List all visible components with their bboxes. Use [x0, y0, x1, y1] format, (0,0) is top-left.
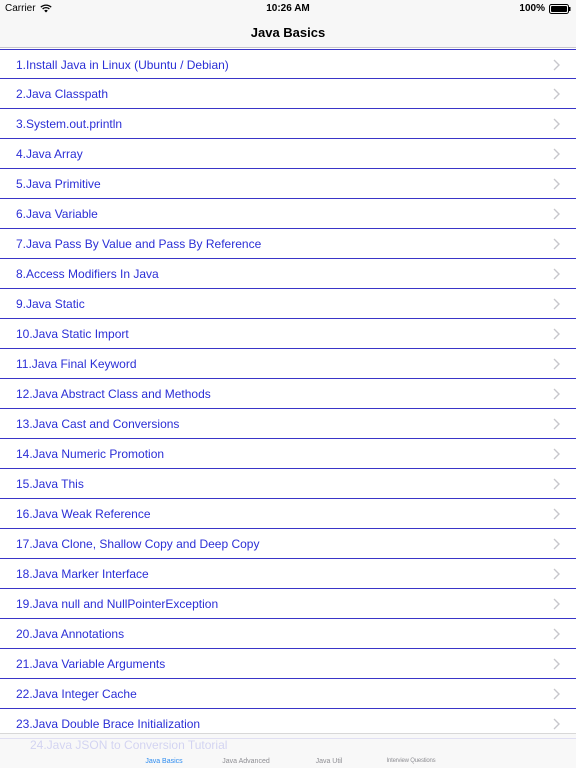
chevron-right-icon	[553, 628, 560, 640]
tab-java-basics[interactable]: Java Basics	[145, 758, 182, 765]
chevron-right-icon	[553, 88, 560, 100]
chevron-right-icon	[553, 208, 560, 220]
list-item-label: 20.Java Annotations	[16, 627, 125, 641]
list-item-label: 23.Java Double Brace Initialization	[16, 717, 201, 731]
chevron-right-icon	[553, 238, 560, 250]
chevron-right-icon	[553, 688, 560, 700]
chevron-right-icon	[553, 388, 560, 400]
list-item-label: 16.Java Weak Reference	[16, 507, 151, 521]
chevron-right-icon	[553, 718, 560, 730]
battery-icon	[549, 3, 571, 14]
chevron-right-icon	[553, 478, 560, 490]
list-item-label: 7.Java Pass By Value and Pass By Referen…	[16, 237, 262, 251]
list-item[interactable]: 14.Java Numeric Promotion	[0, 439, 576, 469]
list-item[interactable]: 9.Java Static	[0, 289, 576, 319]
list-item-label: 14.Java Numeric Promotion	[16, 447, 165, 461]
list-item[interactable]: 19.Java null and NullPointerException	[0, 589, 576, 619]
list-item-label: 15.Java This	[16, 477, 84, 491]
chevron-right-icon	[553, 538, 560, 550]
tab-java-advanced[interactable]: Java Advanced	[222, 758, 269, 765]
topic-list[interactable]: 1.Install Java in Linux (Ubuntu / Debian…	[0, 49, 576, 749]
chevron-right-icon	[553, 148, 560, 160]
chevron-right-icon	[553, 59, 560, 71]
list-item-label: 18.Java Marker Interface	[16, 567, 149, 581]
list-item-label: 21.Java Variable Arguments	[16, 657, 166, 671]
list-item[interactable]: 22.Java Integer Cache	[0, 679, 576, 709]
list-item[interactable]: 6.Java Variable	[0, 199, 576, 229]
list-item[interactable]: 1.Install Java in Linux (Ubuntu / Debian…	[0, 49, 576, 79]
list-item[interactable]: 3.System.out.println	[0, 109, 576, 139]
list-item-label: 4.Java Array	[16, 147, 83, 161]
chevron-right-icon	[553, 178, 560, 190]
chevron-right-icon	[553, 268, 560, 280]
list-item[interactable]: 11.Java Final Keyword	[0, 349, 576, 379]
list-item-label: 13.Java Cast and Conversions	[16, 417, 180, 431]
tab-interview-questions[interactable]: Interview Questions	[387, 758, 436, 764]
list-item-label: 3.System.out.println	[16, 117, 123, 131]
chevron-right-icon	[553, 508, 560, 520]
list-item[interactable]: 10.Java Static Import	[0, 319, 576, 349]
list-item[interactable]: 7.Java Pass By Value and Pass By Referen…	[0, 229, 576, 259]
list-item-label: 12.Java Abstract Class and Methods	[16, 387, 211, 401]
chevron-right-icon	[553, 298, 560, 310]
chevron-right-icon	[553, 418, 560, 430]
list-item[interactable]: 15.Java This	[0, 469, 576, 499]
list-item[interactable]: 21.Java Variable Arguments	[0, 649, 576, 679]
list-item[interactable]: 16.Java Weak Reference	[0, 499, 576, 529]
list-item-label: 11.Java Final Keyword	[16, 357, 137, 371]
list-item[interactable]: 17.Java Clone, Shallow Copy and Deep Cop…	[0, 529, 576, 559]
page-title: Java Basics	[250, 25, 326, 40]
chevron-right-icon	[553, 568, 560, 580]
list-item-label: 1.Install Java in Linux (Ubuntu / Debian…	[16, 58, 229, 72]
list-item[interactable]: 13.Java Cast and Conversions	[0, 409, 576, 439]
battery-percent: 100%	[519, 3, 545, 14]
list-item-label: 5.Java Primitive	[16, 177, 101, 191]
battery-indicator: 100%	[519, 3, 571, 14]
chevron-right-icon	[553, 118, 560, 130]
clock: 10:26 AM	[266, 3, 310, 14]
list-item[interactable]: 20.Java Annotations	[0, 619, 576, 649]
list-item[interactable]: 8.Access Modifiers In Java	[0, 259, 576, 289]
list-item-label: 2.Java Classpath	[16, 87, 109, 101]
chevron-right-icon	[553, 598, 560, 610]
list-item[interactable]: 18.Java Marker Interface	[0, 559, 576, 589]
chevron-right-icon	[553, 658, 560, 670]
list-item-label: 6.Java Variable	[16, 207, 98, 221]
list-item-label: 19.Java null and NullPointerException	[16, 597, 219, 611]
chevron-right-icon	[553, 448, 560, 460]
list-item-label: 10.Java Static Import	[16, 327, 129, 341]
tab-bar: 24.Java JSON to Conversion Tutorial Java…	[0, 733, 576, 768]
chevron-right-icon	[553, 358, 560, 370]
tab-java-util[interactable]: Java Util	[316, 758, 343, 765]
navigation-bar: Java Basics	[0, 18, 576, 48]
list-item-label: 22.Java Integer Cache	[16, 687, 137, 701]
status-bar: Carrier 10:26 AM 100%	[0, 0, 576, 18]
list-item-label: 8.Access Modifiers In Java	[16, 267, 159, 281]
list-item[interactable]: 5.Java Primitive	[0, 169, 576, 199]
partial-list-item-behind-tab-bar: 24.Java JSON to Conversion Tutorial	[30, 738, 228, 752]
list-item[interactable]: 4.Java Array	[0, 139, 576, 169]
list-item[interactable]: 2.Java Classpath	[0, 79, 576, 109]
list-item-label: 17.Java Clone, Shallow Copy and Deep Cop…	[16, 537, 260, 551]
chevron-right-icon	[553, 328, 560, 340]
list-item-label: 9.Java Static	[16, 297, 85, 311]
list-item[interactable]: 12.Java Abstract Class and Methods	[0, 379, 576, 409]
